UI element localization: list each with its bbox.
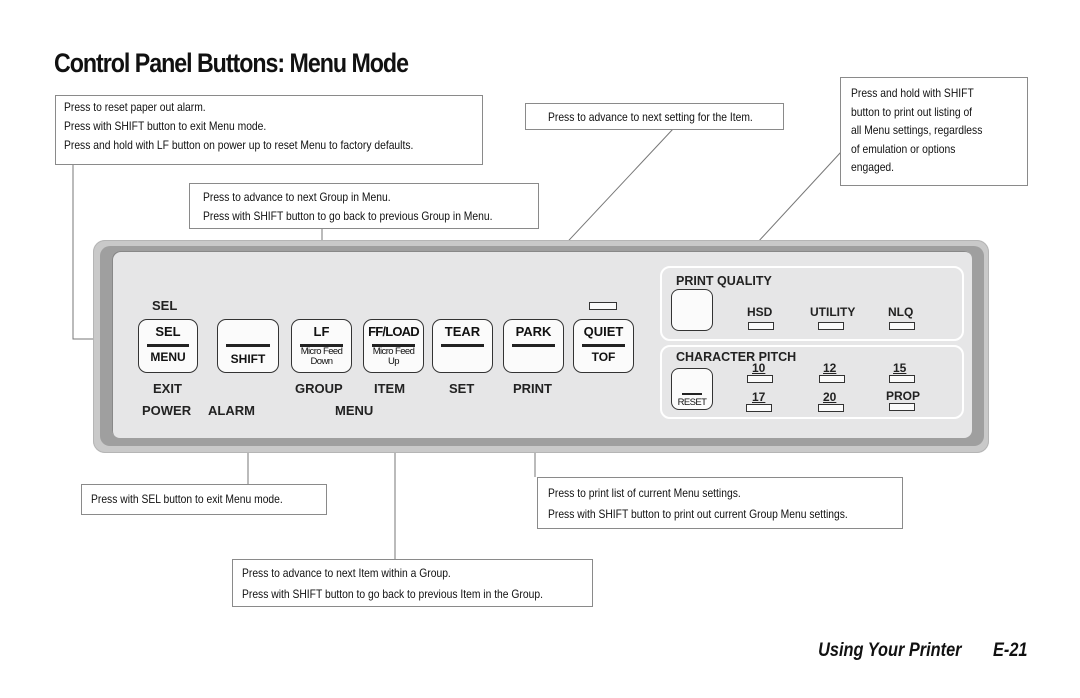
up-label: Up [388,356,400,367]
sel-label: SEL [155,324,181,339]
callout-shift: Press with SEL button to exit Menu mode. [81,484,327,515]
pitch-17-label: 17 [752,390,766,404]
quiet-label: QUIET [583,324,624,339]
callout-tear: Press to advance to next setting for the… [525,103,784,130]
button-divider [441,344,484,347]
character-pitch-title: CHARACTER PITCH [676,350,797,364]
set-label: SET [449,381,475,396]
pitch-20-label: 20 [823,390,837,404]
page-footer: Using Your Printer E-21 [819,640,1028,662]
park-button[interactable]: PARK [503,319,564,373]
shift-label: SHIFT [230,352,266,366]
pitch-15-led [889,375,915,383]
tear-label: TEAR [444,324,481,339]
sel-indicator-label: SEL [152,298,178,313]
nlq-label: NLQ [888,305,914,319]
page-title: Control Panel Buttons: Menu Mode [54,48,409,78]
button-divider [226,344,270,347]
pitch-12-led [819,375,845,383]
ff-load-label: FF/LOAD [368,324,420,339]
reset-button[interactable]: RESET [671,368,713,410]
callout-line: all Menu settings, regardless [851,123,983,137]
button-divider [582,344,625,347]
footer-section: Using Your Printer [818,640,963,661]
callout-line: button to print out listing of [851,104,973,119]
callout-line: Press with SHIFT button to print out cur… [548,507,848,521]
callout-sel: Press to reset paper out alarm. Press wi… [55,95,483,165]
callout-line: of emulation or options [851,141,956,156]
callout-ffload: Press to advance to next Item within a G… [232,559,593,607]
callout-line: Press with SHIFT button to go back to pr… [203,209,493,223]
alarm-label: ALARM [208,403,255,418]
button-divider [512,344,555,347]
prop-label: PROP [886,389,921,403]
utility-led [818,322,844,330]
tof-label: TOF [591,350,616,364]
exit-label: EXIT [153,381,182,396]
pitch-10-led [747,375,773,383]
menu-group-label: MENU [335,403,374,418]
pitch-17-led [746,404,772,412]
park-label: PARK [515,324,552,339]
callout-line: engaged. [851,160,895,174]
callout-park: Press to print list of current Menu sett… [537,477,903,529]
callout-line: Press and hold with SHIFT [851,86,974,100]
power-label: POWER [142,403,192,418]
sel-menu-button[interactable]: SEL MENU [138,319,198,373]
pitch-12-label: 12 [823,361,837,375]
hsd-led [748,322,774,330]
pitch-15-label: 15 [893,361,907,375]
button-divider [147,344,189,347]
callout-line: Press with SEL button to exit Menu mode. [91,492,283,506]
footer-page-number: E-21 [993,640,1028,661]
pitch-10-label: 10 [752,361,766,375]
group-label: GROUP [295,381,343,396]
callout-line: Press with SHIFT button to go back to pr… [242,587,543,601]
print-quality-title: PRINT QUALITY [676,274,772,288]
callout-line: Press to print list of current Menu sett… [548,486,741,500]
hsd-label: HSD [747,305,773,319]
quiet-tof-button[interactable]: QUIET TOF [573,319,634,373]
pitch-20-led [818,404,844,412]
reset-label: RESET [677,397,707,408]
print-label: PRINT [513,381,552,396]
callout-line: Press to reset paper out alarm. [64,100,206,114]
callout-line: Press to advance to next setting for the… [548,110,753,124]
button-divider [682,393,702,395]
prop-led [889,403,915,411]
callout-line: Press with SHIFT button to exit Menu mod… [64,119,267,133]
quiet-indicator-led [589,302,617,310]
callout-line: Press to advance to next Group in Menu. [203,190,391,204]
lf-label: LF [313,324,330,339]
down-label: Down [310,356,333,367]
menu-label: MENU [150,350,186,364]
lf-button[interactable]: LF Micro Feed Down [291,319,352,373]
shift-button[interactable]: SHIFT [217,319,279,373]
callout-lf: Press to advance to next Group in Menu. … [189,183,539,229]
nlq-led [889,322,915,330]
tear-button[interactable]: TEAR [432,319,493,373]
ff-load-button[interactable]: FF/LOAD Micro Feed Up [363,319,424,373]
callout-line: Press to advance to next Item within a G… [242,566,451,580]
callout-line: Press and hold with LF button on power u… [64,138,414,152]
callout-print-quality: Press and hold with SHIFT button to prin… [840,77,1028,186]
item-label: ITEM [374,381,406,396]
print-quality-button[interactable] [671,289,713,331]
utility-label: UTILITY [810,305,856,319]
